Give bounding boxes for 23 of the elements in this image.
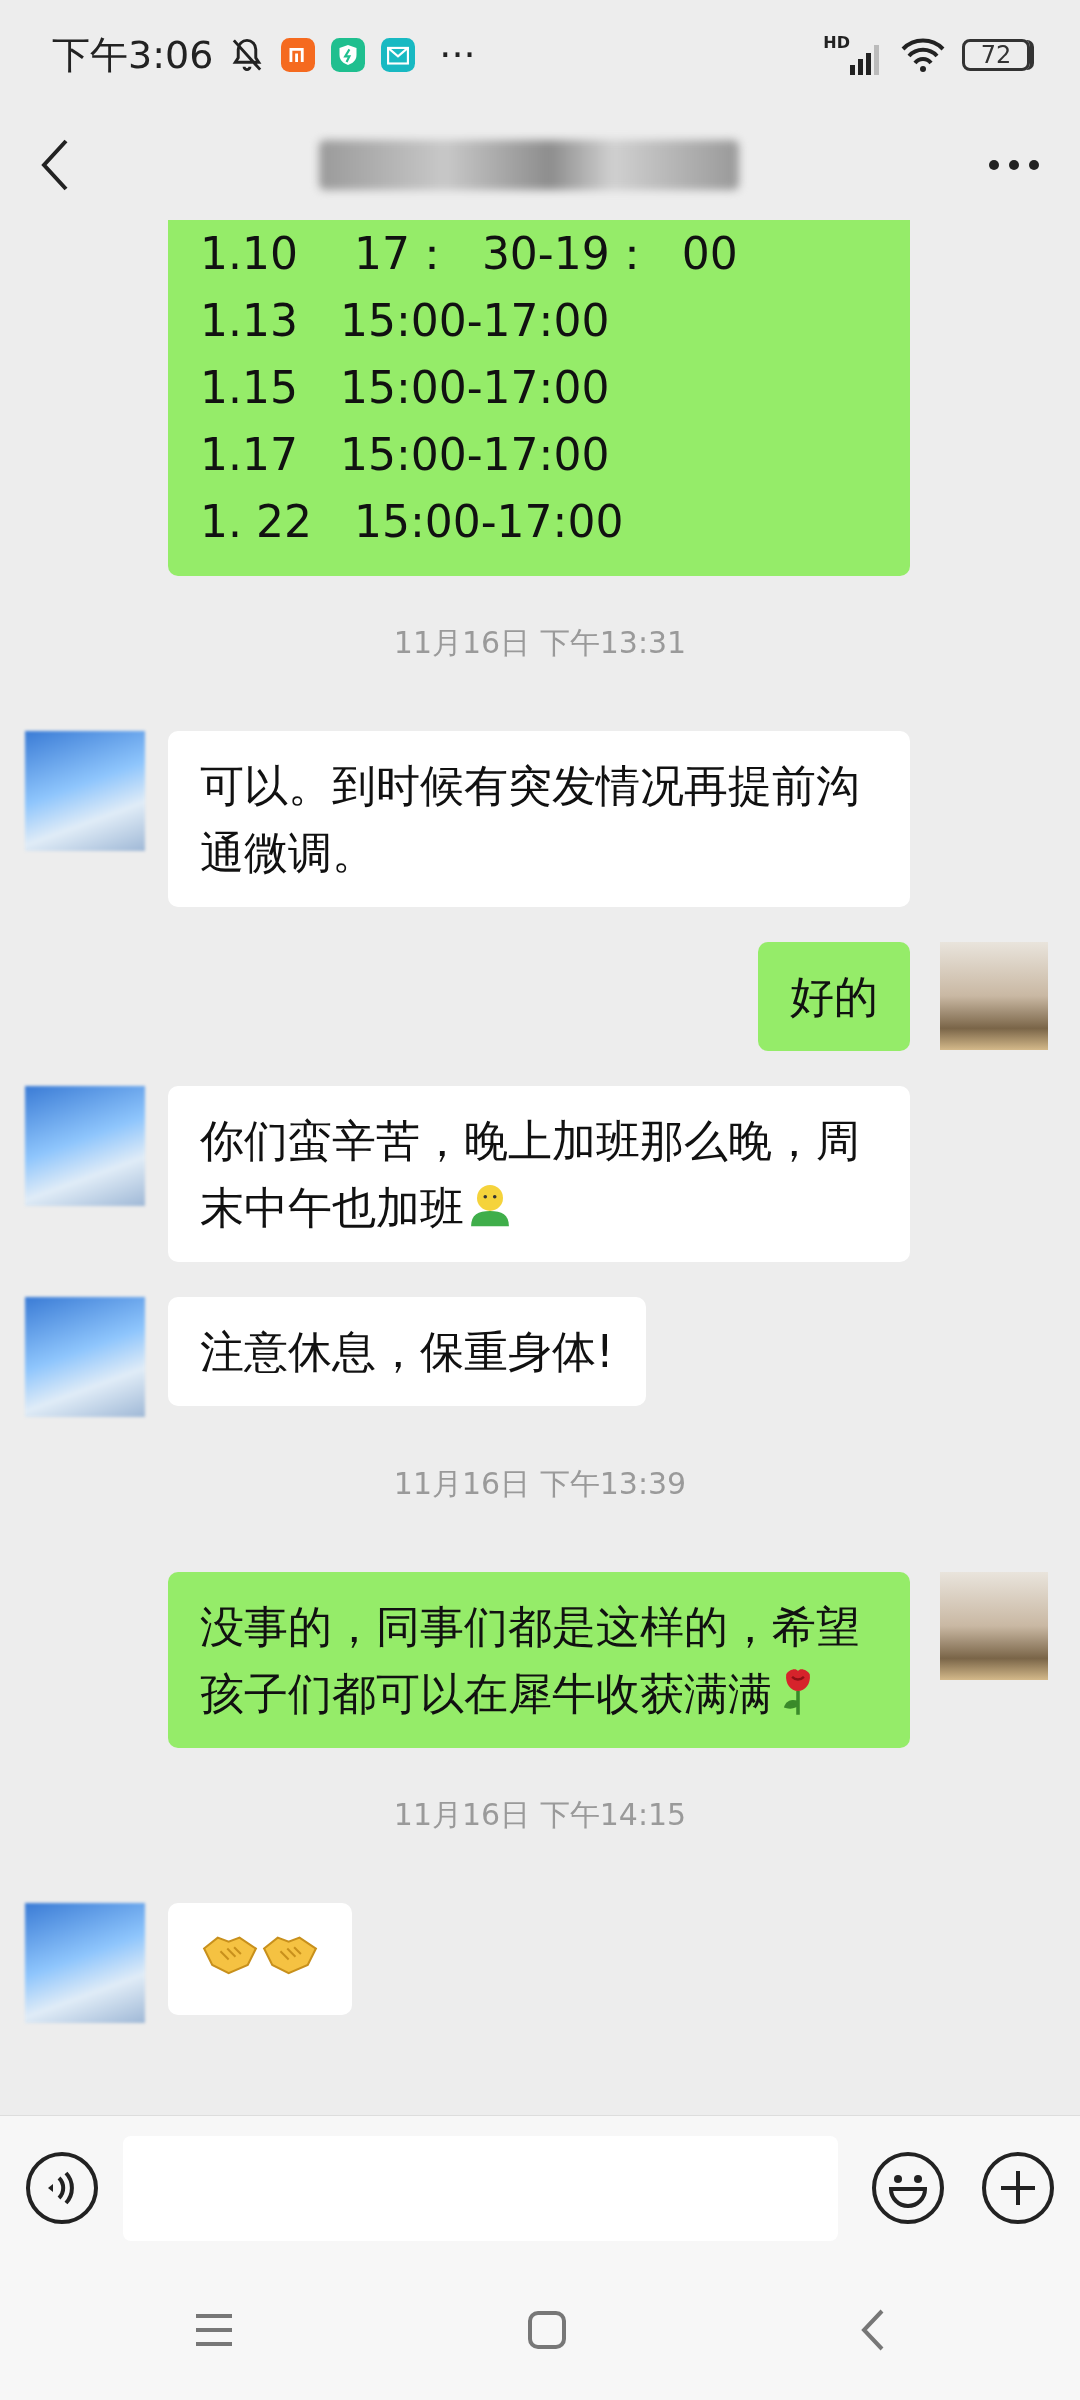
timestamp: 11月16日 下午13:39 <box>392 1465 688 1503</box>
emoji-icon[interactable] <box>871 2151 945 2225</box>
message-bubble: 你们蛮辛苦，晚上加班那么晚，周末中午也加班 <box>168 1086 910 1262</box>
more-notifications-indicator: ··· <box>439 31 476 79</box>
message-bubble: 没事的，同事们都是这样的，希望孩子们都可以在犀牛收获满满 <box>168 1572 910 1748</box>
menu-icon[interactable] <box>194 2312 235 2348</box>
message-bubble: 好的 <box>758 942 910 1051</box>
message-bubble: 可以。到时候有突发情况再提前沟通微调。 <box>168 731 910 907</box>
message-bubble: 1.10 17： 30-19： 00 1.13 15:00-17:00 1.15 15:00-17:00 1.17 15:00-17:00 1. 22 15:00-17:00 <box>168 220 910 576</box>
wifi-icon <box>900 37 946 73</box>
voice-input-icon[interactable] <box>25 2151 99 2225</box>
mi-app-icon <box>281 38 316 72</box>
mail-app-icon <box>381 38 416 72</box>
back-icon[interactable] <box>40 137 70 193</box>
home-icon[interactable] <box>527 2310 567 2350</box>
plus-icon[interactable] <box>981 2151 1055 2225</box>
timestamp: 11月16日 下午14:15 <box>392 1796 688 1834</box>
shield-app-icon <box>331 38 366 72</box>
message-bubble: 注意休息，保重身体! <box>168 1297 646 1406</box>
status-time: 下午3:06 <box>52 31 214 79</box>
timestamp: 11月16日 下午13:31 <box>392 624 688 662</box>
more-options-icon[interactable] <box>988 159 1040 171</box>
network-type-label: HD <box>823 35 850 51</box>
